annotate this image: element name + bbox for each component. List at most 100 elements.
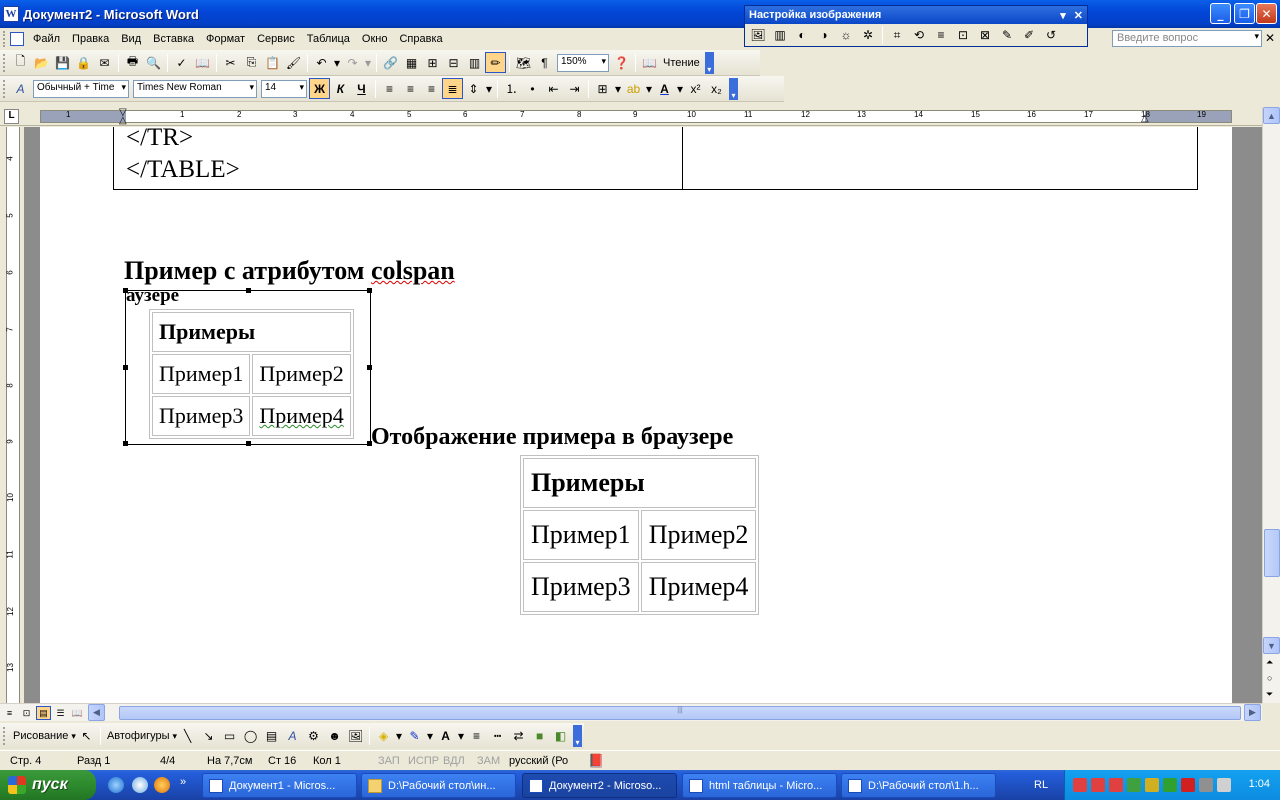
undo-icon[interactable]: ↶ bbox=[311, 52, 332, 73]
resize-handle[interactable] bbox=[367, 365, 372, 370]
line-style-icon[interactable]: ≡ bbox=[930, 25, 952, 46]
read-button[interactable]: Чтение bbox=[660, 57, 703, 69]
status-record[interactable]: ЗАП bbox=[378, 755, 400, 767]
taskbar-button-folder-in[interactable]: D:\Рабочий стол\ин... bbox=[361, 773, 516, 798]
crop-icon[interactable]: ⌗ bbox=[886, 25, 908, 46]
oval-icon[interactable]: ◯ bbox=[240, 726, 261, 747]
subscript-icon[interactable]: x₂ bbox=[706, 78, 727, 99]
tables-borders-icon[interactable]: ▦ bbox=[401, 52, 422, 73]
insert-excel-icon[interactable]: ⊟ bbox=[443, 52, 464, 73]
less-brightness-icon[interactable]: ✲ bbox=[857, 25, 879, 46]
close-icon[interactable]: ✕ bbox=[1074, 9, 1083, 22]
network-disconnected-icon[interactable] bbox=[1091, 778, 1105, 792]
document-page[interactable]: </TR> </TABLE> Пример с атрибутом colspa… bbox=[40, 127, 1232, 703]
more-contrast-icon[interactable]: ◐ bbox=[791, 25, 813, 46]
source-code-table[interactable]: </TR> </TABLE> bbox=[113, 127, 1198, 190]
scroll-left-button[interactable]: ◀ bbox=[88, 704, 105, 721]
paste-icon[interactable]: 📋 bbox=[262, 52, 283, 73]
copy-icon[interactable]: ⎘ bbox=[241, 52, 262, 73]
taskbar-button-folder-1h[interactable]: D:\Рабочий стол\1.h... bbox=[841, 773, 996, 798]
example-table[interactable]: Примеры Пример1 Пример2 Пример3 Пример4 bbox=[520, 455, 760, 615]
help-icon[interactable]: ❓ bbox=[611, 52, 632, 73]
antivirus-icon[interactable] bbox=[1181, 778, 1195, 792]
increase-indent-icon[interactable]: ⇥ bbox=[564, 78, 585, 99]
more-brightness-icon[interactable]: ☼ bbox=[835, 25, 857, 46]
reading-layout-icon[interactable]: 📖 bbox=[70, 706, 85, 720]
menu-window[interactable]: Окно bbox=[357, 31, 395, 47]
maximize-button[interactable]: ❐ bbox=[1234, 3, 1255, 24]
spelling-icon[interactable]: ✓ bbox=[171, 52, 192, 73]
rotate-left-icon[interactable]: ⟲ bbox=[908, 25, 930, 46]
rectangle-icon[interactable]: ▭ bbox=[219, 726, 240, 747]
vertical-scroll-thumb[interactable] bbox=[1264, 529, 1280, 577]
vertical-ruler[interactable]: 4 5 6 7 8 9 10 11 12 13 bbox=[0, 127, 24, 703]
word-app-icon[interactable]: W bbox=[3, 6, 19, 22]
insert-picture-icon[interactable]: 🖼 bbox=[345, 726, 366, 747]
status-extend[interactable]: ВДЛ bbox=[443, 755, 465, 767]
clock[interactable]: 1:04 bbox=[1249, 778, 1270, 790]
document-icon[interactable] bbox=[10, 32, 24, 46]
next-page-icon[interactable]: ⏷ bbox=[1266, 689, 1273, 700]
line-spacing-icon[interactable]: ⇕ bbox=[463, 78, 484, 99]
less-contrast-icon[interactable]: ◑ bbox=[813, 25, 835, 46]
insert-picture-icon[interactable]: 🖼 bbox=[747, 25, 769, 46]
outlook-express-icon[interactable] bbox=[132, 777, 148, 793]
diagram-icon[interactable]: ⚙ bbox=[303, 726, 324, 747]
display-icon[interactable] bbox=[1199, 778, 1213, 792]
3d-style-icon[interactable]: ◧ bbox=[550, 726, 571, 747]
align-right-icon[interactable]: ≡ bbox=[421, 78, 442, 99]
normal-view-icon[interactable]: ≡ bbox=[2, 706, 17, 720]
new-document-icon[interactable]: 🗋 bbox=[10, 52, 31, 73]
outline-view-icon[interactable]: ☰ bbox=[53, 706, 68, 720]
resize-handle[interactable] bbox=[367, 288, 372, 293]
horizontal-scrollbar[interactable]: ≡ ⊡ ▤ ☰ 📖 ◀ ||| ▶ bbox=[0, 703, 1262, 721]
font-color-dropdown-icon[interactable]: ▾ bbox=[456, 726, 466, 747]
menu-file[interactable]: Файл bbox=[28, 31, 67, 47]
research-icon[interactable]: 📖 bbox=[192, 52, 213, 73]
resize-handle[interactable] bbox=[246, 441, 251, 446]
tray-app-icon[interactable] bbox=[1163, 778, 1177, 792]
menu-format[interactable]: Формат bbox=[201, 31, 252, 47]
horizontal-scroll-thumb[interactable]: ||| bbox=[119, 706, 1241, 720]
horizontal-ruler[interactable]: L 1 1 2 3 4 5 6 7 8 9 10 11 12 13 14 15 … bbox=[0, 107, 1262, 126]
justify-icon[interactable]: ≣ bbox=[442, 78, 463, 99]
select-objects-icon[interactable]: ↖ bbox=[76, 726, 97, 747]
color-icon[interactable]: ▥ bbox=[769, 25, 791, 46]
set-transparent-color-icon[interactable]: ✐ bbox=[1018, 25, 1040, 46]
font-select[interactable]: Times New Roman bbox=[133, 79, 257, 98]
input-language-indicator[interactable]: RL bbox=[1034, 779, 1048, 791]
reset-picture-icon[interactable]: ↺ bbox=[1040, 25, 1062, 46]
toolbar-options-icon[interactable]: ▾ bbox=[1060, 9, 1066, 22]
line-color-icon[interactable]: ✎ bbox=[404, 726, 425, 747]
align-left-icon[interactable]: ≡ bbox=[379, 78, 400, 99]
line-color-dropdown-icon[interactable]: ▾ bbox=[425, 726, 435, 747]
menu-table[interactable]: Таблица bbox=[302, 31, 357, 47]
numbering-icon[interactable]: ⒈ bbox=[501, 78, 522, 99]
style-select[interactable]: Обычный + Time bbox=[33, 79, 129, 98]
decrease-indent-icon[interactable]: ⇤ bbox=[543, 78, 564, 99]
quick-launch-more-icon[interactable]: » bbox=[180, 776, 186, 788]
hanging-indent-marker[interactable]: △ bbox=[119, 115, 127, 126]
permission-icon[interactable]: 🔒 bbox=[73, 52, 94, 73]
right-indent-marker[interactable]: △ bbox=[1141, 113, 1149, 124]
close-window-button[interactable]: ✕ bbox=[1256, 3, 1277, 24]
font-color-icon[interactable]: A bbox=[435, 726, 456, 747]
selected-picture[interactable]: аузере Примеры Пример1 Пример2 Пример3 П… bbox=[123, 285, 372, 446]
redo-dropdown-icon[interactable]: ▾ bbox=[363, 52, 373, 73]
wordart-icon[interactable]: A bbox=[282, 726, 303, 747]
drawing-menu-button[interactable]: Рисование bbox=[10, 730, 71, 742]
toolbar-options-chevron[interactable]: ▾ bbox=[704, 51, 714, 74]
fill-color-icon[interactable]: ◈ bbox=[373, 726, 394, 747]
toolbar-grip[interactable] bbox=[3, 79, 6, 98]
text-wrapping-icon[interactable]: ⊠ bbox=[974, 25, 996, 46]
status-track-changes[interactable]: ИСПР bbox=[408, 755, 439, 767]
bullets-icon[interactable]: • bbox=[522, 78, 543, 99]
hyperlink-icon[interactable]: 🔗 bbox=[380, 52, 401, 73]
compress-pictures-icon[interactable]: ⊡ bbox=[952, 25, 974, 46]
taskbar-button-document2[interactable]: Документ2 - Microso... bbox=[522, 773, 677, 798]
resize-handle[interactable] bbox=[123, 365, 128, 370]
network-disconnected-icon[interactable] bbox=[1109, 778, 1123, 792]
print-layout-icon[interactable]: ▤ bbox=[36, 706, 51, 720]
menu-view[interactable]: Вид bbox=[116, 31, 148, 47]
arrow-style-icon[interactable]: ⇄ bbox=[508, 726, 529, 747]
